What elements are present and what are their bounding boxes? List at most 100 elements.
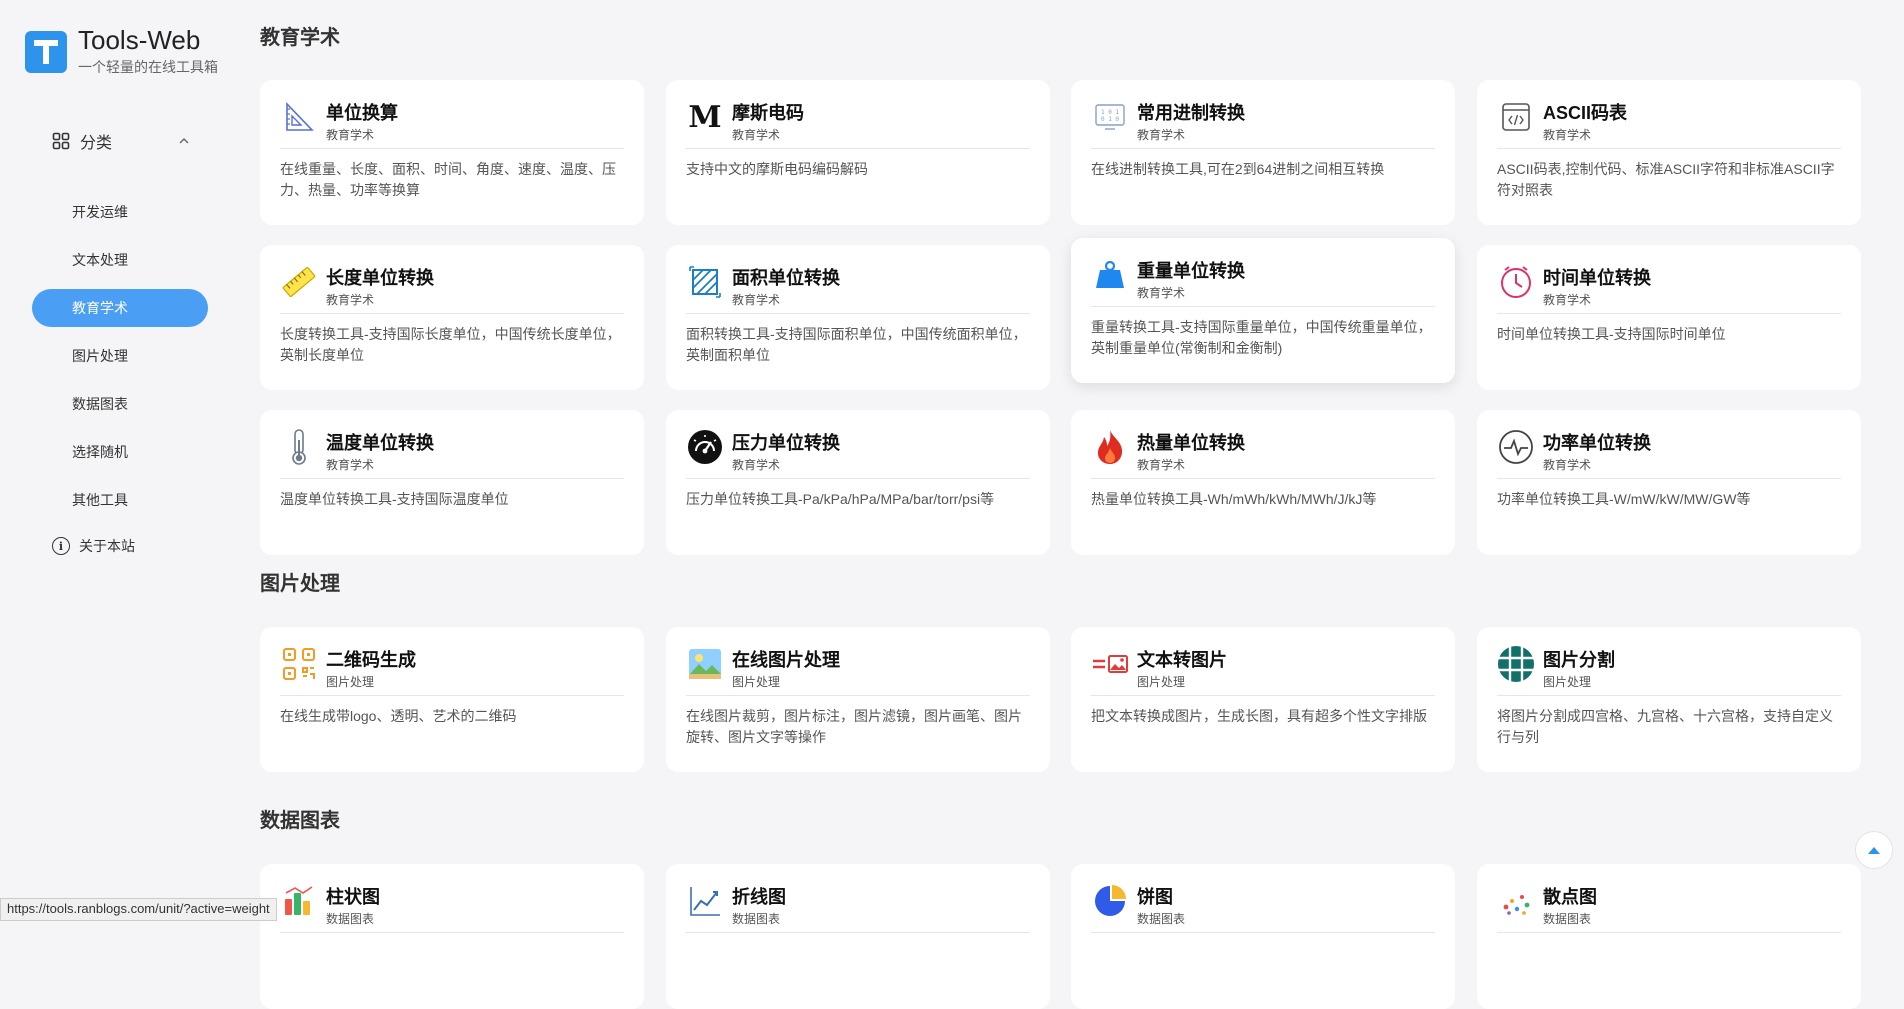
tool-card[interactable]: 温度单位转换 教育学术温度单位转换工具-支持国际温度单位 [260, 410, 644, 555]
flame-icon [1091, 428, 1129, 466]
card-title: 图片分割 [1543, 650, 1615, 670]
card-header: 时间单位转换 教育学术 [1497, 263, 1841, 314]
card-title: 文本转图片 [1137, 650, 1227, 670]
card-category: 教育学术 [1543, 128, 1592, 142]
card-description: 压力单位转换工具-Pa/kPa/hPa/MPa/bar/torr/psi等 [686, 491, 995, 507]
tool-card[interactable]: 1 0 10 1 0 常用进制转换 教育学术 在线进制转换工具,可在2到64进制之间相… [1071, 80, 1455, 225]
card-description: 把文本转换成图片，生成长图，具有超多个性文字排版 [1091, 708, 1427, 724]
card-title: 功率单位转换 [1543, 433, 1651, 453]
card-header: 长度单位转换教育学术 [280, 263, 624, 314]
pulse-icon [1497, 428, 1535, 466]
card-category: 教育学术 [1543, 293, 1592, 307]
card-header: 面积单位转换 教育学术 [686, 263, 1030, 314]
card-description: 功率单位转换工具-W/mW/kW/MW/GW等 [1497, 491, 1751, 507]
sidebar-item[interactable]: 数据图表 [32, 385, 208, 423]
tool-card[interactable]: 热量单位转换 教育学术 热量单位转换工具-Wh/mWh/kWh/MWh/J/kJ等 [1071, 410, 1455, 555]
sidebar-item[interactable]: 开发运维 [32, 193, 208, 231]
tool-card[interactable]: 重量单位转换 教育学术 重量转换工具-支持国际重量单位，中国传统重量单位，英制重量单… [1071, 238, 1455, 383]
card-title: 压力单位转换 [732, 433, 840, 453]
pie-chart-icon [1091, 882, 1129, 920]
card-description: 重量转换工具-支持国际重量单位，中国传统重量单位，英制重量单位(常衡制和金衡制) [1091, 319, 1432, 356]
card-header: 功率单位转换教育学术 [1497, 428, 1841, 479]
brand-name: Tools-Web [78, 25, 201, 55]
tool-card[interactable]: 二维码生成 图片处理 在线生成带logo、透明、艺术的二维码 [260, 627, 644, 772]
gauge-icon [686, 428, 724, 466]
sidebar: Tools-Web 一个轻量的在线工具箱 分类 开发运维文本处理教育学术图片处理… [0, 0, 236, 919]
card-title: 柱状图 [326, 887, 380, 907]
tool-card[interactable]: 单位换算 教育学术 在线重量、长度、面积、时间、角度、速度、温度、压力、热量、功率等… [260, 80, 644, 225]
tool-card[interactable]: 散点图 数据图表 [1477, 864, 1861, 1009]
about-label: 关于本站 [79, 538, 135, 554]
text-to-image-icon [1091, 645, 1129, 683]
about-link[interactable]: i 关于本站 [52, 536, 135, 556]
card-category: 教育学术 [732, 458, 781, 472]
card-header: 二维码生成 图片处理 [280, 645, 624, 696]
card-description: 长度转换工具-支持国际长度单位，中国传统长度单位，英制长度单位 [280, 326, 621, 363]
back-to-top-button[interactable] [1855, 831, 1893, 869]
tool-card[interactable]: 长度单位转换教育学术长度转换工具-支持国际长度单位，中国传统长度单位，英制长度单… [260, 245, 644, 390]
card-header: 折线图 数据图表 [686, 882, 1030, 933]
brand[interactable]: Tools-Web 一个轻量的在线工具箱 [25, 26, 218, 77]
section-title: 图片处理 [260, 573, 340, 595]
card-title: 长度单位转换 [326, 268, 434, 288]
card-title: 温度单位转换 [326, 433, 434, 453]
card-header: 饼图 数据图表 [1091, 882, 1435, 933]
tool-card[interactable]: 压力单位转换教育学术压力单位转换工具-Pa/kPa/hPa/MPa/bar/to… [666, 410, 1050, 555]
tool-card[interactable]: 功率单位转换教育学术功率单位转换工具-W/mW/kW/MW/GW等 [1477, 410, 1861, 555]
sidebar-item[interactable]: 其他工具 [32, 481, 208, 519]
tool-card[interactable]: 柱状图 数据图表 [260, 864, 644, 1009]
card-category: 教育学术 [1137, 128, 1186, 142]
card-description: 温度单位转换工具-支持国际温度单位 [280, 491, 509, 507]
card-title: 热量单位转换 [1137, 433, 1245, 453]
card-title: 散点图 [1543, 887, 1597, 907]
tool-card[interactable]: 面积单位转换 教育学术 面积转换工具-支持国际面积单位，中国传统面积单位，英制面积单… [666, 245, 1050, 390]
card-header: 温度单位转换 教育学术 [280, 428, 624, 479]
card-header: 单位换算 教育学术 [280, 98, 624, 149]
card-description: 在线进制转换工具,可在2到64进制之间相互转换 [1091, 161, 1385, 177]
card-category: 图片处理 [732, 675, 781, 689]
tool-card[interactable]: 折线图 数据图表 [666, 864, 1050, 1009]
card-description: ASCII码表,控制代码、标准ASCII字符和非标准ASCII字符对照表 [1497, 161, 1835, 198]
grid-icon [52, 132, 70, 150]
bar-chart-icon [280, 882, 318, 920]
card-category: 图片处理 [326, 675, 375, 689]
thermometer-icon [280, 428, 318, 466]
card-description: 将图片分割成四宫格、九宫格、十六宫格，支持自定义行与列 [1497, 708, 1833, 745]
card-title: 饼图 [1137, 887, 1173, 907]
card-title: 二维码生成 [326, 650, 416, 670]
category-toggle[interactable]: 分类 [52, 126, 192, 156]
line-chart-icon [686, 882, 724, 920]
card-header: 柱状图 数据图表 [280, 882, 624, 933]
svg-text:M: M [688, 100, 721, 134]
tool-card[interactable]: ASCII码表教育学术 ASCII码表,控制代码、标准ASCII字符和非标准ASC… [1477, 80, 1861, 225]
binary-screen-icon: 1 0 10 1 0 [1091, 98, 1129, 136]
card-category: 教育学术 [1543, 458, 1592, 472]
sidebar-item[interactable]: 图片处理 [32, 337, 208, 375]
sidebar-item[interactable]: 教育学术 [32, 289, 208, 327]
status-bar-url: https://tools.ranblogs.com/unit/?active=… [0, 898, 277, 921]
tool-card[interactable]: 时间单位转换 教育学术 时间单位转换工具-支持国际时间单位 [1477, 245, 1861, 390]
caret-up-icon [1868, 847, 1880, 854]
tool-card[interactable]: 文本转图片 图片处理 把文本转换成图片，生成长图，具有超多个性文字排版 [1071, 627, 1455, 772]
card-title: 在线图片处理 [732, 650, 840, 670]
tool-card[interactable]: 饼图 数据图表 [1071, 864, 1455, 1009]
card-description: 支持中文的摩斯电码编码解码 [686, 161, 868, 177]
svg-text:1 0 1: 1 0 1 [1101, 109, 1119, 116]
card-header: ASCII码表教育学术 [1497, 98, 1841, 149]
weight-icon [1091, 256, 1129, 294]
tool-card[interactable]: 在线图片处理 图片处理 在线图片裁剪，图片标注，图片滤镜，图片画笔、图片旋转、图片文… [666, 627, 1050, 772]
card-title: ASCII码表 [1543, 103, 1628, 123]
card-category: 图片处理 [1543, 675, 1592, 689]
card-category: 教育学术 [326, 293, 375, 307]
sidebar-item[interactable]: 文本处理 [32, 241, 208, 279]
tool-card[interactable]: 图片分割图片处理将图片分割成四宫格、九宫格、十六宫格，支持自定义行与列 [1477, 627, 1861, 772]
sidebar-item[interactable]: 选择随机 [32, 433, 208, 471]
card-header: 散点图 数据图表 [1497, 882, 1841, 933]
card-header: 热量单位转换 教育学术 [1091, 428, 1435, 479]
card-header: 图片分割 图片处理 [1497, 645, 1841, 696]
ruler-triangle-icon [280, 98, 318, 136]
tool-card[interactable]: M 摩斯电码 教育学术 支持中文的摩斯电码编码解码 [666, 80, 1050, 225]
card-category: 教育学术 [732, 293, 781, 307]
card-category: 教育学术 [732, 128, 781, 142]
area-hatch-icon [686, 263, 724, 301]
